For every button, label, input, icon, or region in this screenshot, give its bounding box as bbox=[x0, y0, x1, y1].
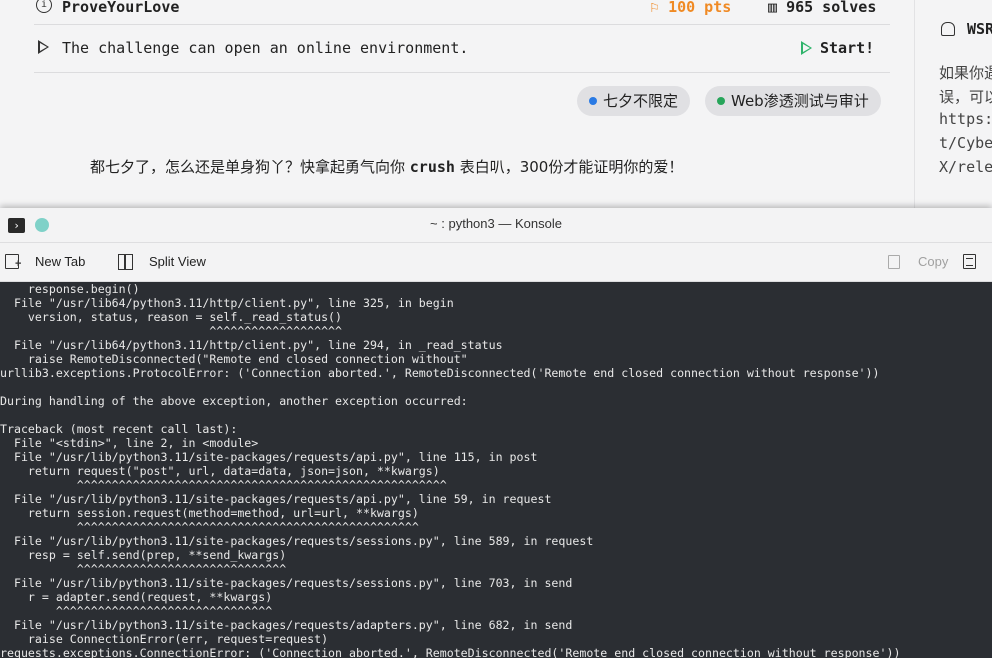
terminal-line: File "/usr/lib/python3.11/site-packages/… bbox=[0, 492, 552, 506]
konsole-window: › ~ : python3 — Konsole New Tab Split Vi… bbox=[0, 208, 992, 658]
terminal-line: return session.request(method=method, ur… bbox=[0, 506, 419, 520]
terminal-line: resp = self.send(prep, **send_kwargs) bbox=[0, 548, 287, 562]
play-icon bbox=[38, 40, 49, 54]
split-view-button[interactable]: Split View bbox=[149, 254, 206, 269]
terminal-line: r = adapter.send(request, **kwargs) bbox=[0, 590, 273, 604]
environment-text: The challenge can open an online environ… bbox=[62, 39, 469, 57]
terminal-line: return request("post", url, data=data, j… bbox=[0, 464, 440, 478]
flag-icon: ⚐ bbox=[650, 0, 669, 16]
copy-icon[interactable] bbox=[888, 255, 900, 269]
paste-icon[interactable] bbox=[963, 254, 976, 269]
challenge-card: i ProveYourLove ⚐ 100 pts ▥ 965 solves T… bbox=[0, 0, 915, 210]
challenge-description: 都七夕了，怎么还是单身狗丫？快拿起勇气向你 crush 表白叭，300份才能证明… bbox=[90, 158, 684, 176]
window-title: ~ : python3 — Konsole bbox=[430, 216, 562, 231]
terminal-line: File "/usr/lib/python3.11/site-packages/… bbox=[0, 450, 538, 464]
challenge-name: ProveYourLove bbox=[62, 0, 180, 16]
terminal-line: ^^^^^^^^^^^^^^^^^^^^^^^^^^^^^^^ bbox=[0, 604, 273, 618]
terminal-line: File "<stdin>", line 2, in <module> bbox=[0, 436, 259, 450]
terminal-line: File "/usr/lib/python3.11/site-packages/… bbox=[0, 534, 594, 548]
sidebar-line[interactable]: X/rele bbox=[939, 158, 992, 176]
environment-row: The challenge can open an online environ… bbox=[34, 25, 890, 73]
terminal-line: File "/usr/lib/python3.11/site-packages/… bbox=[0, 576, 573, 590]
start-button[interactable]: Start! bbox=[800, 39, 874, 57]
solves-count: ▥ 965 solves bbox=[768, 0, 877, 16]
sidebar-line[interactable]: https:/ bbox=[939, 110, 992, 128]
terminal-line: requests.exceptions.ConnectionError: ('C… bbox=[0, 646, 901, 658]
terminal-line: ^^^^^^^^^^^^^^^^^^^^^^^^^^^^^^^^^^^^^^^^… bbox=[0, 520, 419, 534]
window-titlebar[interactable]: › ~ : python3 — Konsole bbox=[0, 208, 992, 243]
bar-chart-icon: ▥ bbox=[768, 0, 787, 16]
terminal-line: raise RemoteDisconnected("Remote end clo… bbox=[0, 352, 468, 366]
tag-dot-icon bbox=[589, 97, 597, 105]
terminal-line: ^^^^^^^^^^^^^^^^^^^^^^^^^^^^^^^^^^^^^^^^… bbox=[0, 478, 447, 492]
terminal-line: File "/usr/lib64/python3.11/http/client.… bbox=[0, 338, 503, 352]
terminal-line: File "/usr/lib64/python3.11/http/client.… bbox=[0, 296, 454, 310]
terminal-line: ^^^^^^^^^^^^^^^^^^^ bbox=[0, 324, 343, 338]
konsole-toolbar: New Tab Split View Copy bbox=[0, 243, 992, 282]
points-badge: ⚐ 100 pts bbox=[650, 0, 732, 16]
tag-dot-icon bbox=[717, 97, 725, 105]
new-tab-icon[interactable] bbox=[5, 254, 21, 269]
sidebar-line[interactable]: t/Cybe bbox=[939, 134, 992, 152]
terminal-line: urllib3.exceptions.ProtocolError: ('Conn… bbox=[0, 366, 880, 380]
terminal-line: ^^^^^^^^^^^^^^^^^^^^^^^^^^^^^^ bbox=[0, 562, 287, 576]
new-tab-button[interactable]: New Tab bbox=[35, 254, 85, 269]
sidebar-title: WSR bbox=[967, 20, 992, 38]
tag-web[interactable]: Web渗透测试与审计 bbox=[705, 86, 881, 116]
terminal-line: File "/usr/lib/python3.11/site-packages/… bbox=[0, 618, 573, 632]
sidebar-line: 误，可以 bbox=[939, 88, 992, 106]
split-view-icon[interactable] bbox=[118, 254, 133, 270]
challenge-page: i ProveYourLove ⚐ 100 pts ▥ 965 solves T… bbox=[0, 0, 992, 210]
info-icon[interactable]: i bbox=[36, 0, 52, 13]
notification-sidebar: WSR 如果你遇 误，可以 https:/ t/Cybe X/rele bbox=[915, 0, 992, 210]
challenge-header: i ProveYourLove ⚐ 100 pts ▥ 965 solves bbox=[34, 0, 890, 25]
tag-qixi[interactable]: 七夕不限定 bbox=[577, 86, 691, 116]
copy-button[interactable]: Copy bbox=[918, 254, 948, 269]
terminal-line: During handling of the above exception, … bbox=[0, 394, 468, 408]
sidebar-line: 如果你遇 bbox=[939, 64, 992, 82]
terminal-line: Traceback (most recent call last): bbox=[0, 422, 238, 436]
terminal-line: raise ConnectionError(err, request=reque… bbox=[0, 632, 329, 646]
terminal-view[interactable]: response.begin() File "/usr/lib64/python… bbox=[0, 282, 992, 658]
terminal-output[interactable]: response.begin() File "/usr/lib64/python… bbox=[0, 282, 900, 658]
terminal-line: response.begin() bbox=[0, 282, 140, 296]
bell-icon bbox=[941, 22, 955, 36]
terminal-line: version, status, reason = self._read_sta… bbox=[0, 310, 343, 324]
